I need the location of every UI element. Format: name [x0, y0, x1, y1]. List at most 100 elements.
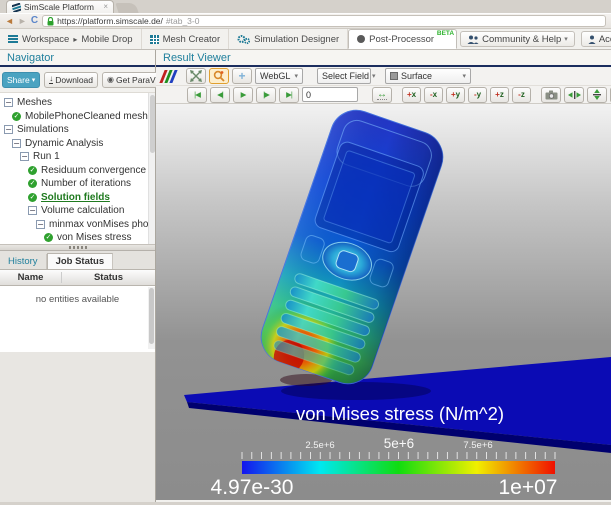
tree-item-run-1[interactable]: −Run 1 — [0, 150, 155, 164]
tree-item-meshes[interactable]: −Meshes — [0, 96, 155, 110]
representation-value: Surface — [401, 71, 432, 81]
browser-toolbar: ◄ ► C https://platform.simscale.de/#tab_… — [0, 13, 611, 29]
legend-colorbar[interactable] — [242, 461, 555, 474]
tab-job-status[interactable]: Job Status — [47, 253, 114, 269]
fit-horizontal-icon — [568, 90, 581, 100]
project-name: Mobile Drop — [81, 34, 132, 45]
previous-frame-button[interactable]: ◀| — [210, 87, 230, 103]
collapse-icon[interactable]: − — [28, 206, 37, 215]
bottom-tabs: History Job Status — [0, 251, 155, 270]
field-select[interactable]: Select Field▾ — [317, 68, 371, 84]
center-rotation-button[interactable]: + — [232, 68, 252, 84]
paraview-icon: ◉ — [107, 75, 114, 84]
fit-horizontal-button[interactable] — [564, 87, 584, 103]
play-button[interactable]: ▶ — [233, 87, 253, 103]
tree-item-simulations[interactable]: −Simulations — [0, 123, 155, 137]
tab-workspace[interactable]: Workspace ▸ Mobile Drop — [0, 29, 142, 49]
panel-splitter[interactable] — [0, 244, 155, 251]
collapse-icon[interactable]: − — [36, 220, 45, 229]
result-viewer-title: Result Viewer — [156, 50, 611, 67]
renderer-select[interactable]: WebGL▾ — [255, 68, 303, 84]
share-label: Share — [7, 75, 30, 85]
community-help-button[interactable]: Community & Help ▾ — [460, 31, 575, 47]
url-hash: #tab_3-0 — [166, 16, 200, 26]
job-table-header: Name Status — [0, 270, 155, 286]
forward-button[interactable]: ► — [18, 16, 27, 26]
tree-item-label: Volume calculation — [41, 205, 124, 216]
tab-post-processor[interactable]: Post-Processor BETA — [348, 29, 457, 49]
tree-item-label: Residuum convergence plot — [41, 165, 155, 176]
status-ok-icon: ✓ — [28, 179, 37, 188]
legend-max-label: 1e+07 — [499, 476, 558, 499]
collapse-icon[interactable]: − — [20, 152, 29, 161]
workspace-list-icon — [8, 35, 18, 43]
download-button[interactable]: ↓ Download — [44, 72, 98, 88]
view-minus-z-button[interactable]: -z — [512, 87, 531, 103]
simscale-favicon — [12, 3, 21, 12]
view-minus-x-button[interactable]: -x — [424, 87, 443, 103]
tree-item-minmax-vonmises-phone[interactable]: −minmax vonMises phone — [0, 218, 155, 232]
tree-item-number-of-iterations[interactable]: ✓Number of iterations — [0, 177, 155, 191]
mesh-creator-label: Mesh Creator — [163, 34, 221, 45]
collapse-icon[interactable]: − — [12, 139, 21, 148]
legend-tick-label: 7.5e+6 — [463, 440, 492, 451]
zoom-mode-button[interactable] — [209, 68, 229, 84]
move-arrows-icon — [190, 70, 202, 82]
tree-item-mobilephonecleaned-mesh[interactable]: ✓ MobilePhoneCleaned mesh — [0, 110, 155, 124]
representation-select[interactable]: Surface▾ — [385, 68, 471, 84]
status-ok-icon: ✓ — [28, 193, 37, 202]
view-plusminus-x-button[interactable]: +x — [402, 87, 421, 103]
column-name: Name — [0, 272, 62, 283]
splitter-grip-icon — [69, 246, 87, 249]
account-button[interactable]: Account ▾ — [581, 31, 611, 47]
back-button[interactable]: ◄ — [5, 16, 14, 26]
new-tab-button[interactable] — [115, 3, 138, 13]
pan-mode-button[interactable] — [186, 68, 206, 84]
frame-number-input[interactable] — [302, 87, 358, 102]
fit-vertical-icon — [592, 89, 602, 100]
tree-item-volume-calculation[interactable]: −Volume calculation — [0, 204, 155, 218]
axis-view-buttons: +x-x+y-y+z-z — [402, 87, 531, 103]
job-table-scrollbar[interactable] — [148, 287, 155, 350]
tab-history[interactable]: History — [0, 254, 47, 269]
tree-item-label: MobilePhoneCleaned mesh — [25, 111, 148, 122]
tree-item-dynamic-analysis[interactable]: −Dynamic Analysis — [0, 137, 155, 151]
person-icon — [588, 35, 596, 44]
legend-tick-label: 2.5e+6 — [305, 440, 334, 451]
surface-cube-icon — [390, 72, 398, 80]
loop-icon: ↔ — [377, 90, 387, 100]
url-bar[interactable]: https://platform.simscale.de/#tab_3-0 — [42, 15, 606, 27]
tree-item-residuum-convergence-plot[interactable]: ✓Residuum convergence plot — [0, 164, 155, 178]
chevron-down-icon: ▾ — [564, 35, 568, 43]
tree-item-label: Run 1 — [33, 151, 60, 162]
collapse-icon[interactable]: − — [4, 98, 13, 107]
column-status: Status — [62, 272, 155, 283]
tab-close-icon[interactable]: × — [103, 3, 108, 11]
navigator-panel: Navigator Share ▾ ↓ Download ◉ Get ParaV… — [0, 50, 156, 502]
screenshot-button[interactable] — [541, 87, 561, 103]
browser-tab[interactable]: SimScale Platform × — [6, 0, 114, 13]
result-viewer-panel: Result Viewer + WebGL▾ Select Field▾ Sur… — [156, 50, 611, 502]
view-minus-y-button[interactable]: -y — [468, 87, 487, 103]
fit-vertical-button[interactable] — [587, 87, 607, 103]
view-plusminus-y-button[interactable]: +y — [446, 87, 465, 103]
loop-button[interactable]: ↔ — [372, 87, 392, 103]
next-frame-button[interactable]: |▶ — [256, 87, 276, 103]
view-plusminus-z-button[interactable]: +z — [490, 87, 509, 103]
share-button[interactable]: Share ▾ — [2, 72, 40, 88]
reload-button[interactable]: C — [31, 16, 38, 26]
gears-icon — [237, 34, 250, 45]
tab-mesh-creator[interactable]: Mesh Creator — [142, 29, 230, 49]
first-frame-button[interactable]: |◀ — [187, 87, 207, 103]
grid-icon — [150, 35, 159, 44]
tree-scrollbar[interactable] — [148, 93, 155, 244]
tab-simulation-designer[interactable]: Simulation Designer — [229, 29, 348, 49]
tree-item-von-mises-stress[interactable]: ✓von Mises stress — [0, 231, 155, 244]
last-frame-button[interactable]: ▶| — [279, 87, 299, 103]
breadcrumb-arrow-icon: ▸ — [73, 35, 77, 44]
collapse-icon[interactable]: − — [4, 125, 13, 134]
viewport-3d[interactable]: von Mises stress (N/m^2) 2.5e+6 5e+6 7.5… — [156, 104, 611, 500]
tree-item-solution-fields[interactable]: ✓Solution fields — [0, 191, 155, 205]
panel-footer — [0, 352, 155, 503]
status-ok-icon: ✓ — [12, 112, 21, 121]
